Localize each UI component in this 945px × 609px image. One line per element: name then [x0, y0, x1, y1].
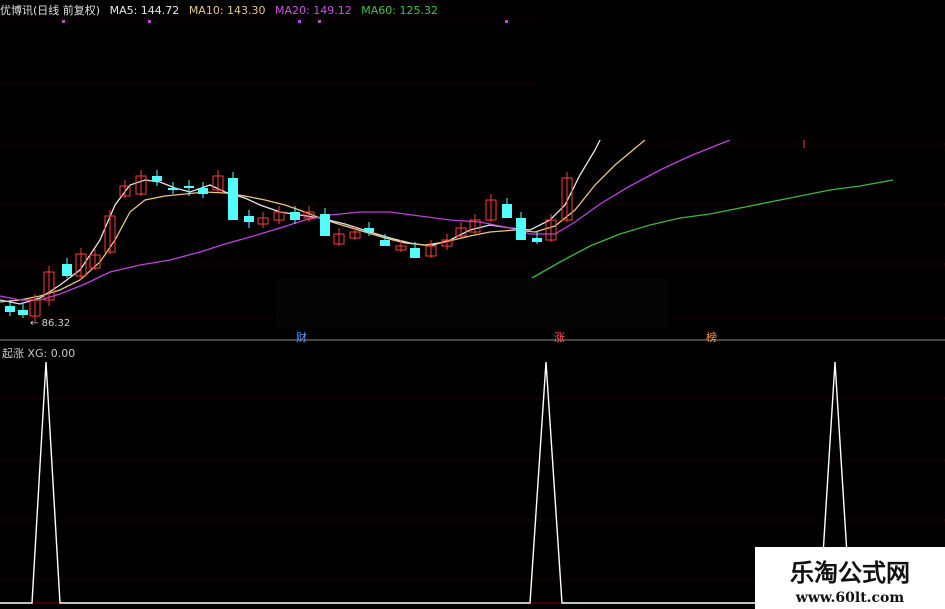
- ma10-label: MA10: 143.30: [188, 4, 266, 17]
- event-marker-ranking[interactable]: 榜: [706, 329, 717, 345]
- candle-body: [532, 238, 542, 242]
- low-price-arrow-icon: ←: [30, 318, 39, 329]
- stock-title: 优博讯(日线 前复权): [0, 4, 101, 17]
- candle-body: [18, 310, 28, 315]
- candle-body: [228, 178, 238, 220]
- watermark: 乐淘公式网 www.60lt.com: [755, 547, 945, 609]
- candle-body: [184, 186, 194, 188]
- low-price-label: ← 86.32: [30, 318, 71, 329]
- marker-dot: [148, 20, 151, 23]
- candle-body: [5, 306, 15, 312]
- candle-body: [290, 212, 300, 220]
- candle-body: [168, 188, 178, 190]
- candle-body: [198, 188, 208, 194]
- candle-body: [320, 214, 330, 236]
- indicator-label: 起涨 XG: 0.00: [2, 347, 76, 360]
- candle-body: [380, 240, 390, 246]
- candle-body: [410, 248, 420, 258]
- marker-dot: [62, 20, 65, 23]
- marker-dot: [298, 20, 301, 23]
- watermark-title: 乐淘公式网: [790, 558, 910, 587]
- redaction-block-top: [535, 0, 945, 140]
- candle-body: [244, 216, 254, 222]
- candle-body: [62, 264, 72, 276]
- candle-body: [152, 176, 162, 181]
- candle-body: [516, 218, 526, 240]
- candle-body: [364, 228, 374, 232]
- watermark-url: www.60lt.com: [795, 590, 905, 606]
- marker-dot: [318, 20, 321, 23]
- chart-header: 优博讯(日线 前复权) MA5: 144.72 MA10: 143.30 MA2…: [0, 2, 444, 18]
- ma60-label: MA60: 125.32: [361, 4, 438, 17]
- marker-dot: [505, 20, 508, 23]
- ma60-line: [531, 179, 894, 279]
- event-marker-rise[interactable]: 涨: [554, 329, 565, 345]
- candle-body: [502, 204, 512, 218]
- event-marker-finance[interactable]: 财: [296, 329, 307, 345]
- ma20-label: MA20: 149.12: [275, 4, 352, 17]
- redaction-block-middle: [276, 278, 668, 328]
- ma5-label: MA5: 144.72: [109, 4, 180, 17]
